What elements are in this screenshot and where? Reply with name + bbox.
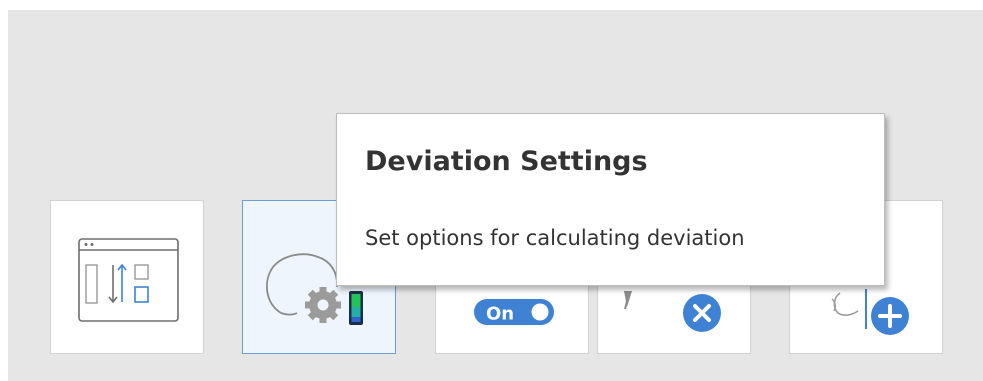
compare-layout-icon xyxy=(78,238,179,322)
tooltip-title: Deviation Settings xyxy=(365,146,648,177)
compare-layout-button[interactable] xyxy=(50,200,204,354)
deviation-settings-tooltip: Deviation Settings Set options for calcu… xyxy=(336,113,885,286)
app-canvas: On Deviation Settings Set options for ca… xyxy=(0,0,983,381)
tooltip-description: Set options for calculating deviation xyxy=(365,226,745,250)
toggle-label: On xyxy=(486,304,514,325)
